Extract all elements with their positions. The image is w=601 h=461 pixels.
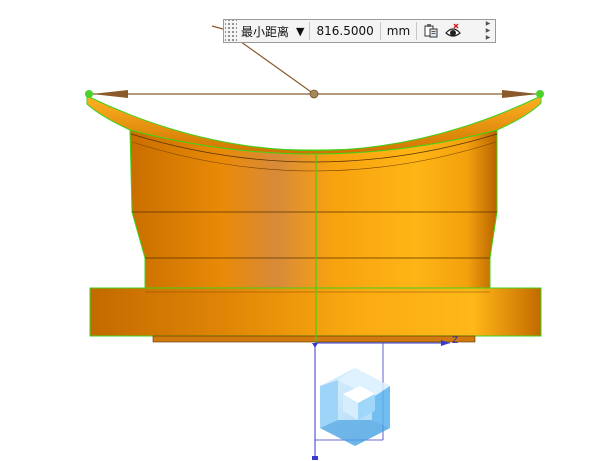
- toolbar-separator: [379, 22, 381, 40]
- toolbar-grip-handle[interactable]: [225, 20, 237, 42]
- graphics-viewport[interactable]: Z 最小距离 ▼ 816.5000 mm ▶ ▶ ▶: [0, 0, 601, 461]
- measure-type-label: 最小距离: [241, 24, 290, 39]
- measure-type-dropdown[interactable]: 最小距离 ▼: [237, 20, 306, 42]
- arrowhead-right: [502, 90, 538, 98]
- leader-line-top: [211, 25, 224, 30]
- toolbar-separator: [416, 22, 418, 40]
- visibility-icon[interactable]: [444, 22, 462, 40]
- midpoint-marker: [309, 89, 319, 99]
- unit-label: mm: [386, 24, 411, 38]
- view-cube-icon: [320, 368, 390, 446]
- toolbar-overflow-icon[interactable]: ▶ ▶ ▶: [483, 21, 493, 41]
- measured-value: 816.5000: [316, 24, 374, 38]
- triad-origin-marker: [312, 343, 318, 348]
- z-axis-label: Z: [452, 336, 459, 346]
- arrowhead-left: [92, 90, 128, 98]
- copy-to-clipboard-icon[interactable]: [422, 22, 440, 40]
- measurement-toolbar: 最小距离 ▼ 816.5000 mm ▶ ▶ ▶: [223, 19, 496, 43]
- part-base: [152, 335, 476, 343]
- endpoint-marker-right: [536, 90, 544, 98]
- triad-end-marker: [312, 456, 318, 460]
- endpoint-marker-left: [85, 90, 93, 98]
- part-scene: [85, 25, 544, 460]
- chevron-down-icon[interactable]: ▼: [296, 25, 304, 38]
- toolbar-separator: [309, 22, 311, 40]
